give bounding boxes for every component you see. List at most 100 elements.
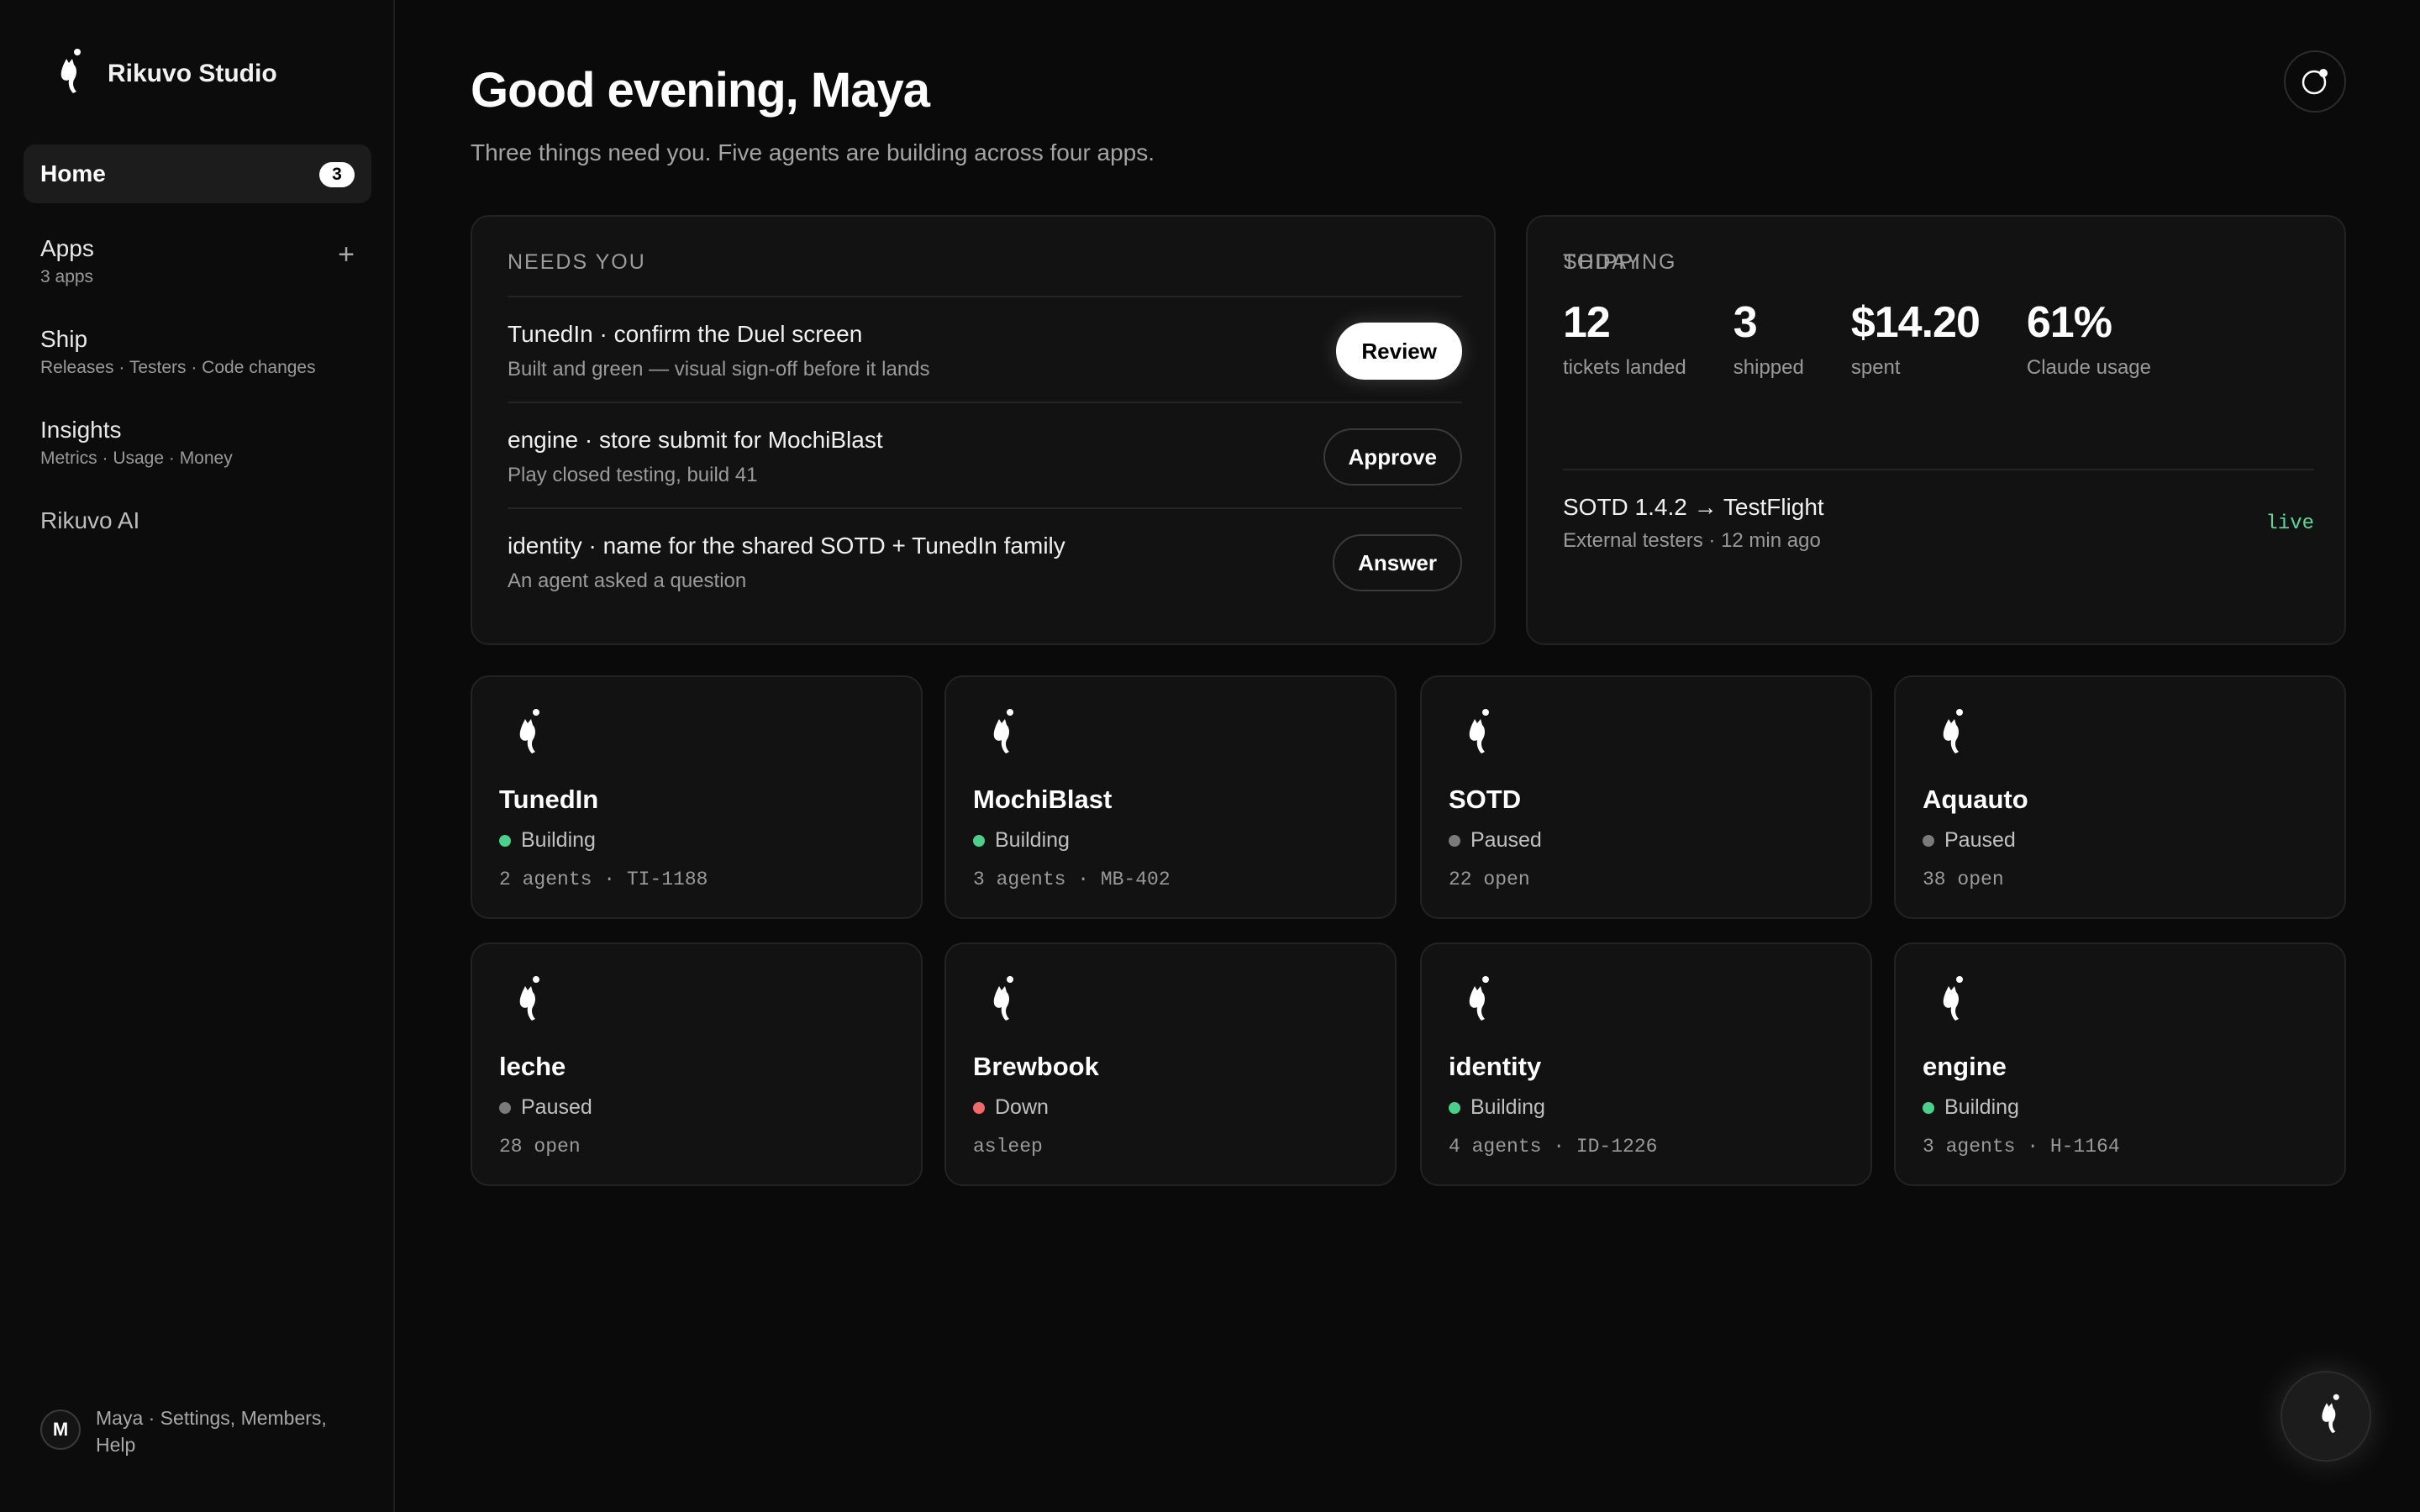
stat-claude-usage: 61% Claude usage: [2027, 297, 2151, 380]
stat-value: 12: [1563, 298, 1611, 347]
task-title: identity · name for the shared SOTD + Tu…: [508, 533, 1065, 559]
task-subtitle: Play closed testing, build 41: [508, 464, 758, 486]
app-card-mochiblast[interactable]: MochiBlast Building 3 agents · MB-402: [944, 675, 1397, 919]
today-panel: TODAY 12 tickets landed 3 shipped $14.20…: [1526, 215, 2346, 645]
app-name: TunedIn: [499, 785, 599, 814]
app-status: Building: [1449, 1095, 1545, 1120]
app-card-identity[interactable]: identity Building 4 agents · ID-1226: [1420, 942, 1872, 1186]
app-status: Down: [973, 1095, 1049, 1120]
app-name: MochiBlast: [973, 785, 1113, 814]
app-status-label: Paused: [521, 1095, 592, 1119]
rikuvo-ai-assistant-icon: [2309, 1393, 2343, 1440]
app-logo-icon: [1929, 707, 1966, 761]
page-subtitle: Three things need you. Five agents are b…: [471, 139, 1155, 165]
status-badge: live: [2265, 512, 2314, 535]
app-status-label: Building: [995, 828, 1070, 852]
app-status: Building: [973, 828, 1070, 853]
user-menu[interactable]: M Maya · Settings, Members, Help: [40, 1404, 348, 1458]
app-meta: 22 open: [1449, 869, 1530, 890]
status-dot: [1923, 1101, 1934, 1114]
stats-row: 12 tickets landed 3 shipped $14.20 spent…: [1563, 297, 2198, 380]
app-logo-icon: [506, 974, 543, 1028]
stat-value: 3: [1733, 298, 1758, 347]
page-title: Good evening, Maya: [471, 63, 930, 118]
app-status-label: Paused: [1470, 828, 1542, 852]
sidebar-item-rikuvo-ai[interactable]: Rikuvo AI: [24, 486, 371, 576]
rikuvo-ai-assistant-button[interactable]: [2281, 1371, 2371, 1462]
app-card-brewbook[interactable]: Brewbook Down asleep: [944, 942, 1397, 1186]
app-meta: 4 agents · ID-1226: [1449, 1136, 1658, 1158]
shipping-item[interactable]: SOTD 1.4.2 → TestFlight External testers…: [1563, 469, 2314, 561]
brand-name: Rikuvo Studio: [108, 60, 277, 87]
sidebar-item-home[interactable]: Home 3: [24, 144, 371, 203]
app-status: Building: [499, 828, 596, 853]
sidebar-item-ship[interactable]: Ship Releases · Testers · Code changes: [24, 304, 371, 395]
app-meta: 38 open: [1923, 869, 2004, 890]
approve-button[interactable]: Approve: [1323, 428, 1462, 486]
app-logo-icon: [1929, 974, 1966, 1028]
notification-button[interactable]: [2284, 50, 2346, 113]
brand[interactable]: Rikuvo Studio: [47, 47, 277, 101]
app-card-sotd[interactable]: SOTD Paused 22 open: [1420, 675, 1872, 919]
stat-value: 61%: [2026, 298, 2112, 347]
sidebar-item-sub: Releases · Testers · Code changes: [40, 358, 316, 377]
shipping-subtitle: External testers · 12 min ago: [1563, 529, 1821, 552]
task-row: identity · name for the shared SOTD + Tu…: [508, 507, 1462, 613]
stat-spent: $14.20 spent: [1850, 297, 1981, 380]
section-label: NEEDS YOU: [508, 250, 646, 274]
task-subtitle: Built and green — visual sign-off before…: [508, 358, 930, 381]
app-status: Paused: [499, 1095, 592, 1120]
app-name: engine: [1923, 1052, 2007, 1081]
status-dot: [499, 834, 511, 847]
app-status-label: Building: [1470, 1095, 1545, 1119]
app-logo-icon: [980, 707, 1017, 761]
task-title: TunedIn · confirm the Duel screen: [508, 321, 863, 347]
app-name: SOTD: [1449, 785, 1522, 814]
stat-label: spent: [1850, 356, 1901, 379]
status-dot: [1449, 1101, 1460, 1114]
app-logo-icon: [980, 974, 1017, 1028]
app-logo-icon: [506, 707, 543, 761]
task-subtitle: An agent asked a question: [508, 570, 747, 592]
sidebar-item-sub: 3 apps: [40, 267, 94, 286]
sidebar: Rikuvo Studio Home 3 Apps 3 apps + Ship …: [0, 0, 395, 1512]
status-dot: [973, 1101, 985, 1114]
app-logo-icon: [1455, 707, 1492, 761]
stat-tickets-landed: 12 tickets landed: [1563, 297, 1686, 380]
task-row: engine · store submit for MochiBlast Pla…: [508, 402, 1462, 507]
stat-label: tickets landed: [1563, 356, 1686, 379]
review-button[interactable]: Review: [1336, 323, 1462, 380]
sidebar-item-label: Insights: [40, 417, 122, 443]
sidebar-item-label: Apps: [40, 235, 94, 261]
stat-label: shipped: [1733, 356, 1804, 379]
app-card-leche[interactable]: leche Paused 28 open: [471, 942, 923, 1186]
app-name: leche: [499, 1052, 566, 1081]
user-menu-label: Maya · Settings, Members, Help: [96, 1407, 327, 1456]
shipping-title: SOTD 1.4.2 → TestFlight: [1563, 494, 1824, 520]
sidebar-nav: Home 3 Apps 3 apps + Ship Releases · Tes…: [24, 144, 371, 576]
sidebar-item-label: Rikuvo AI: [40, 507, 140, 533]
app-card-engine[interactable]: engine Building 3 agents · H-1164: [1894, 942, 2346, 1186]
add-app-button[interactable]: +: [338, 239, 355, 271]
needs-you-panel: NEEDS YOU TunedIn · confirm the Duel scr…: [471, 215, 1496, 645]
sidebar-item-label: Home: [40, 160, 106, 186]
status-dot: [973, 834, 985, 847]
app-card-tunedin[interactable]: TunedIn Building 2 agents · TI-1188: [471, 675, 923, 919]
cat-moon-logo-icon: [47, 47, 84, 101]
status-dot: [499, 1101, 511, 1114]
notification-ring-icon: [2302, 69, 2328, 95]
app-status-label: Paused: [1944, 828, 2016, 852]
task-title: engine · store submit for MochiBlast: [508, 427, 883, 453]
app-meta: 28 open: [499, 1136, 581, 1158]
app-status: Paused: [1923, 828, 2016, 853]
app-meta: 3 agents · MB-402: [973, 869, 1171, 890]
answer-button[interactable]: Answer: [1333, 534, 1462, 591]
app-name: Brewbook: [973, 1052, 1099, 1081]
avatar: M: [40, 1410, 81, 1450]
stat-shipped: 3 shipped: [1733, 297, 1804, 380]
app-card-aquauto[interactable]: Aquauto Paused 38 open: [1894, 675, 2346, 919]
sidebar-item-apps[interactable]: Apps 3 apps +: [24, 213, 371, 304]
sidebar-item-insights[interactable]: Insights Metrics · Usage · Money: [24, 395, 371, 486]
status-dot: [1923, 834, 1934, 847]
app-name: identity: [1449, 1052, 1542, 1081]
